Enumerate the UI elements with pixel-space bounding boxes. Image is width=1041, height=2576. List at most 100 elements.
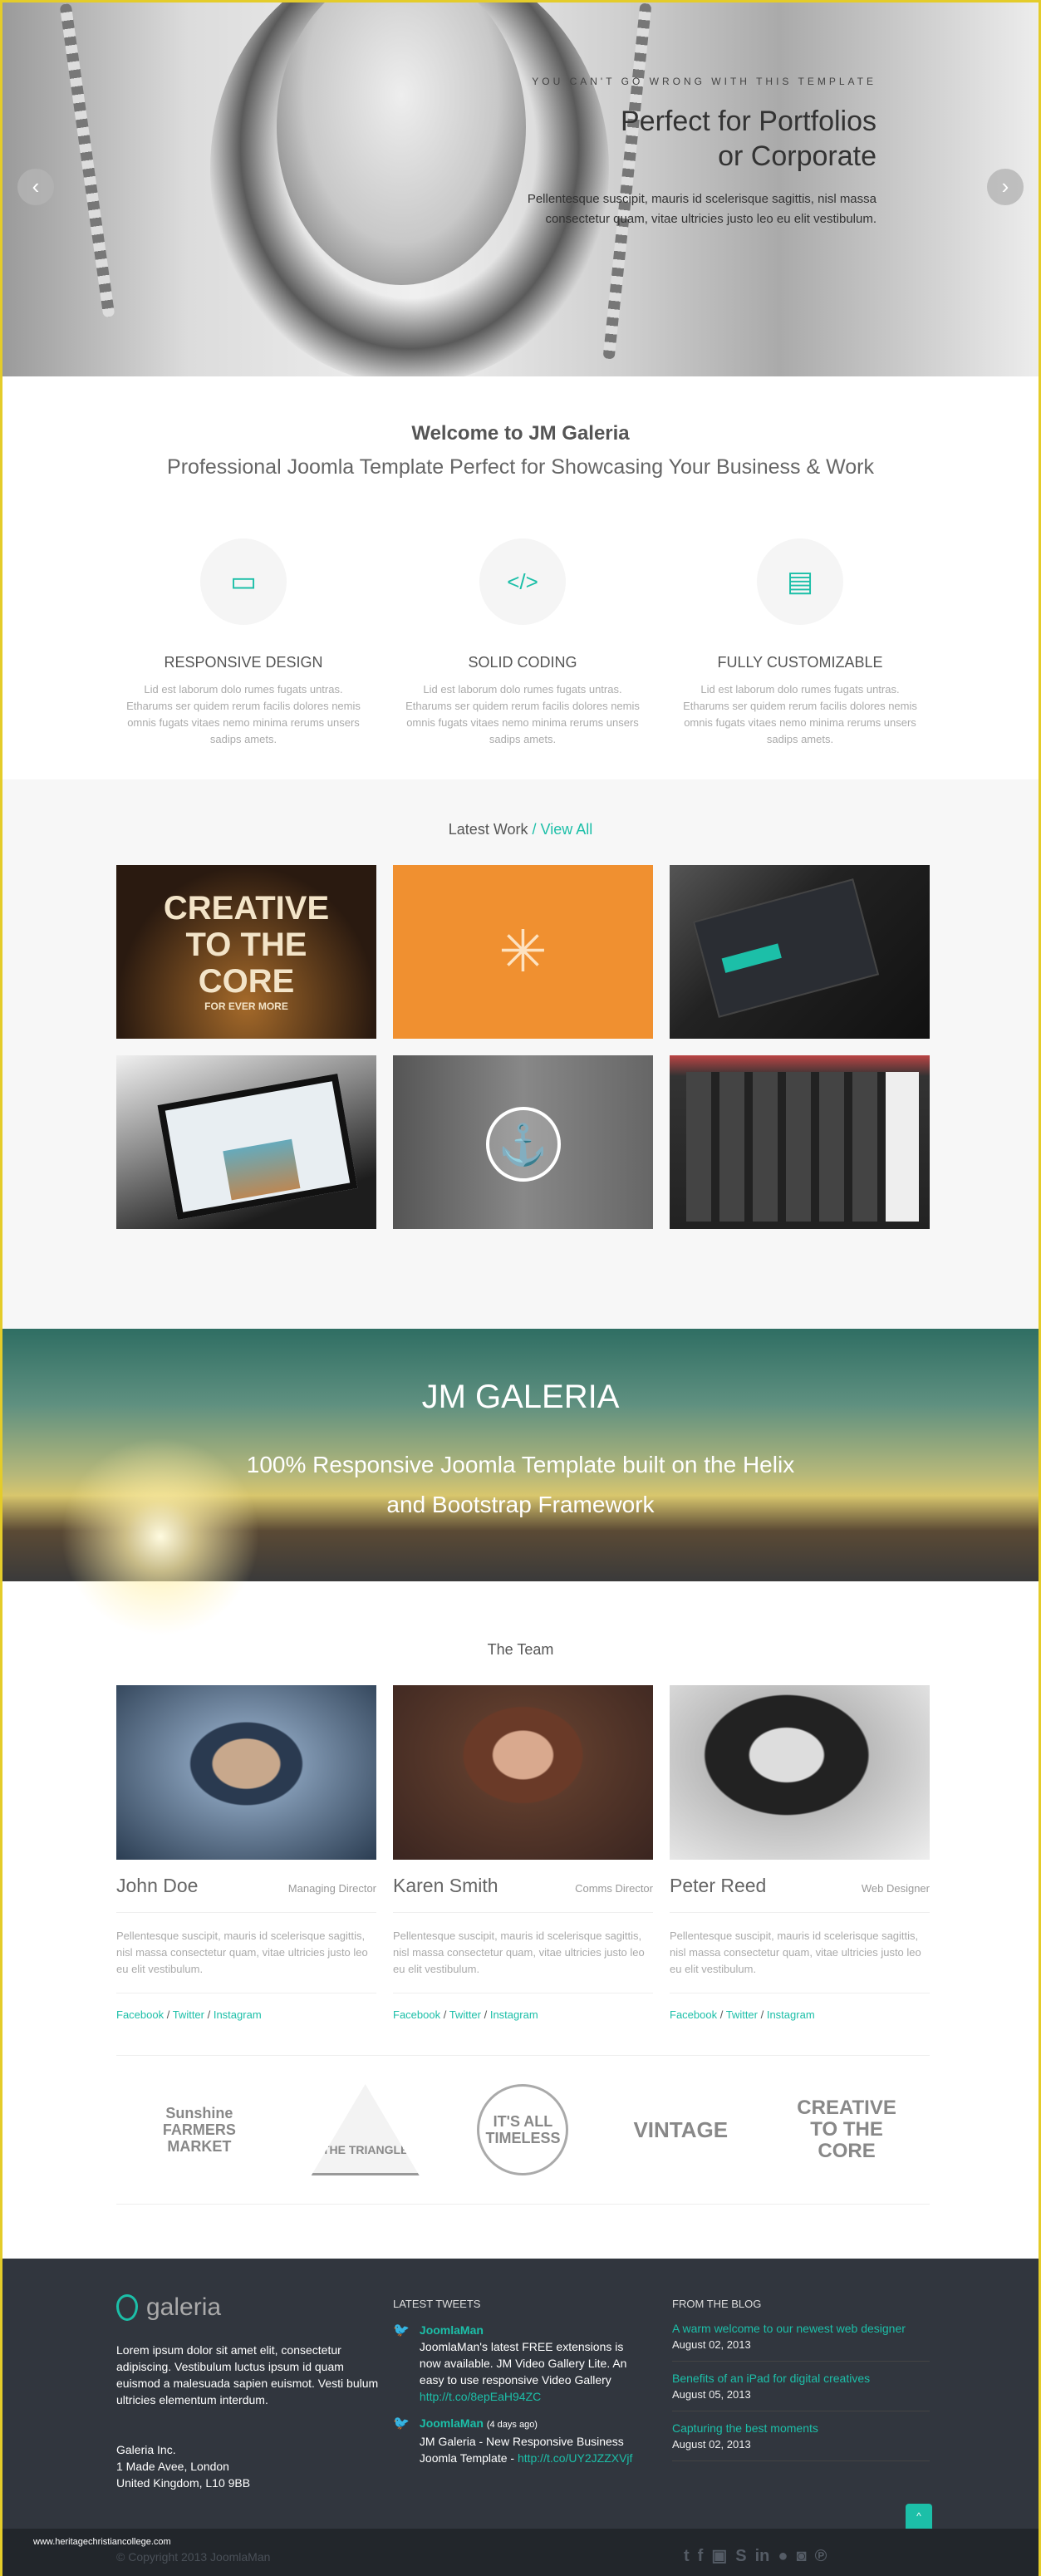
blog-post-link[interactable]: Capturing the best moments bbox=[672, 2421, 930, 2435]
twitter-icon: 🐦 bbox=[393, 2416, 410, 2431]
tweet-link[interactable]: http://t.co/8epEaH94ZC bbox=[420, 2390, 541, 2403]
feature-title: SOLID CODING bbox=[468, 654, 577, 671]
portfolio-item[interactable]: CREATIVE TO THE CORE FOR EVER MORE bbox=[116, 865, 376, 1039]
blog-post-link[interactable]: Benefits of an iPad for digital creative… bbox=[672, 2372, 930, 2385]
slider-prev-button[interactable]: ‹ bbox=[17, 169, 54, 205]
pinterest-icon[interactable]: ℗ bbox=[815, 2547, 827, 2565]
hero-title-line: or Corporate bbox=[718, 140, 877, 172]
latest-tweets: LATEST TWEETS 🐦 JoomlaMan JoomlaMan's late… bbox=[393, 2298, 642, 2476]
hero-slider: YOU CAN'T GO WRONG WITH THIS TEMPLATE Pe… bbox=[2, 2, 1039, 376]
linkedin-icon[interactable]: in bbox=[755, 2547, 770, 2565]
facebook-link[interactable]: Facebook bbox=[116, 2008, 164, 2021]
member-social: Facebook / Twitter / Instagram bbox=[116, 2008, 262, 2021]
banner-title: JM GALERIA bbox=[421, 1379, 620, 1415]
member-role: Web Designer bbox=[861, 1882, 930, 1895]
member-bio: Pellentesque suscipit, mauris id sceleri… bbox=[670, 1913, 930, 1993]
feature-coding: </> SOLID CODING Lid est laborum dolo ru… bbox=[398, 538, 647, 748]
address-line: United Kingdom, L10 9BB bbox=[116, 2476, 251, 2490]
skype-icon[interactable]: S bbox=[735, 2547, 746, 2565]
blog-date: August 05, 2013 bbox=[672, 2388, 751, 2401]
feature-text: Lid est laborum dolo rumes fugats untras… bbox=[683, 683, 917, 745]
twitter-link[interactable]: Twitter bbox=[173, 2008, 204, 2021]
back-to-top-button[interactable]: ^ bbox=[906, 2504, 932, 2529]
portfolio-item[interactable] bbox=[670, 865, 930, 1039]
address-line: Galeria Inc. bbox=[116, 2443, 176, 2456]
twitter-icon: 🐦 bbox=[393, 2323, 410, 2338]
blog-date: August 02, 2013 bbox=[672, 2338, 751, 2351]
instagram-link[interactable]: Instagram bbox=[767, 2008, 815, 2021]
team-member: John Doe Managing Director Pellentesque s… bbox=[116, 1685, 376, 2021]
latest-work-section: Latest Work / View All CREATIVE TO THE C… bbox=[2, 779, 1039, 1328]
portfolio-item[interactable]: ⚓ bbox=[393, 1055, 653, 1229]
facebook-link[interactable]: Facebook bbox=[670, 2008, 717, 2021]
member-role: Managing Director bbox=[287, 1882, 376, 1895]
facebook-link[interactable]: Facebook bbox=[393, 2008, 440, 2021]
hero-description: Pellentesque suscipit, mauris id sceleri… bbox=[527, 192, 877, 226]
tile-sub: FOR EVER MORE bbox=[204, 1000, 288, 1012]
slider-next-button[interactable]: › bbox=[987, 169, 1024, 205]
team-title: The Team bbox=[487, 1641, 554, 1658]
footer-about: Lorem ipsum dolor sit amet elit, consect… bbox=[116, 2343, 379, 2406]
blog-post-link[interactable]: A warm welcome to our newest web designe… bbox=[672, 2322, 930, 2335]
anchor-icon: ⚓ bbox=[485, 1107, 561, 1182]
blog-item: Capturing the best moments August 02, 201… bbox=[672, 2421, 930, 2461]
member-name: John Doe bbox=[116, 1875, 199, 1896]
footer-logo: galeria bbox=[116, 2293, 221, 2322]
feature-title: FULLY CUSTOMIZABLE bbox=[717, 654, 883, 671]
member-bio: Pellentesque suscipit, mauris id sceleri… bbox=[393, 1913, 653, 1993]
portfolio-item[interactable] bbox=[116, 1055, 376, 1229]
portfolio-item[interactable]: ✳ bbox=[393, 865, 653, 1039]
feature-text: Lid est laborum dolo rumes fugats untras… bbox=[126, 683, 361, 745]
banner-line: 100% Responsive Joomla Template built on… bbox=[246, 1452, 795, 1477]
member-photo bbox=[393, 1685, 653, 1860]
twitter-link[interactable]: Twitter bbox=[449, 2008, 481, 2021]
portfolio-item[interactable] bbox=[670, 1055, 930, 1229]
twitter-icon[interactable]: t bbox=[684, 2547, 690, 2565]
instagram-link[interactable]: Instagram bbox=[214, 2008, 262, 2021]
facebook-icon[interactable]: f bbox=[698, 2547, 704, 2565]
feature-responsive: ▭ RESPONSIVE DESIGN Lid est laborum dolo… bbox=[119, 538, 368, 748]
monitor-icon: ▭ bbox=[200, 538, 287, 625]
document-icon: ▤ bbox=[757, 538, 843, 625]
feature-title: RESPONSIVE DESIGN bbox=[164, 654, 323, 671]
member-bio: Pellentesque suscipit, mauris id sceleri… bbox=[116, 1913, 376, 1993]
banner-line: and Bootstrap Framework bbox=[386, 1492, 655, 1517]
hero-title-line: Perfect for Portfolios bbox=[620, 106, 877, 137]
swing-chain bbox=[602, 2, 652, 360]
client-logos: Sunshine FARMERS MARKET THE TRIANGLE IT'… bbox=[116, 2055, 930, 2205]
tweet-link[interactable]: http://t.co/UY2JZZXVjf bbox=[518, 2451, 633, 2465]
member-name: Peter Reed bbox=[670, 1875, 767, 1896]
from-the-blog: FROM THE BLOG A warm welcome to our newe… bbox=[672, 2298, 930, 2471]
instagram-link[interactable]: Instagram bbox=[490, 2008, 538, 2021]
watermark: www.heritagechristiancollege.com bbox=[33, 2537, 171, 2547]
client-logo: VINTAGE bbox=[633, 2117, 729, 2142]
client-logo-text: THE TRIANGLE bbox=[322, 2142, 409, 2156]
tweets-heading: LATEST TWEETS bbox=[393, 2298, 481, 2310]
member-role: Comms Director bbox=[575, 1882, 653, 1895]
feature-customizable: ▤ FULLY CUSTOMIZABLE Lid est laborum dol… bbox=[675, 538, 925, 748]
feature-text: Lid est laborum dolo rumes fugats untras… bbox=[405, 683, 640, 745]
member-social: Facebook / Twitter / Instagram bbox=[393, 2008, 538, 2021]
tweet-user-link[interactable]: JoomlaMan bbox=[420, 2323, 484, 2337]
client-logo: CREATIVE TO THE CORE bbox=[797, 2097, 896, 2162]
tweet-user-link[interactable]: JoomlaMan bbox=[420, 2416, 484, 2430]
youtube-icon[interactable]: ▣ bbox=[711, 2547, 727, 2565]
flickr-icon[interactable]: ● bbox=[778, 2547, 788, 2565]
footer: galeria Lorem ipsum dolor sit amet elit,… bbox=[2, 2259, 1039, 2529]
twitter-link[interactable]: Twitter bbox=[726, 2008, 758, 2021]
client-logo: IT'S ALL TIMELESS bbox=[477, 2084, 569, 2175]
view-all-link[interactable]: / View All bbox=[533, 821, 593, 838]
team-member: Peter Reed Web Designer Pellentesque susc… bbox=[670, 1685, 930, 2021]
bottom-bar: www.heritagechristiancollege.com © Copyr… bbox=[2, 2529, 1039, 2576]
tweet: 🐦 JoomlaMan (4 days ago) JM Galeria - New … bbox=[393, 2415, 642, 2466]
section-title: Latest Work bbox=[448, 821, 528, 838]
member-social: Facebook / Twitter / Instagram bbox=[670, 2008, 815, 2021]
latest-work-title: Latest Work / View All bbox=[2, 821, 1039, 838]
code-icon: </> bbox=[479, 538, 566, 625]
instagram-icon[interactable]: ◙ bbox=[796, 2547, 806, 2565]
member-photo bbox=[670, 1685, 930, 1860]
promo-banner: JM GALERIA 100% Responsive Joomla Templa… bbox=[2, 1329, 1039, 1636]
tweet: 🐦 JoomlaMan JoomlaMan's latest FREE extens… bbox=[393, 2322, 642, 2405]
swing-chain bbox=[59, 2, 115, 318]
blog-item: Benefits of an iPad for digital creative… bbox=[672, 2372, 930, 2411]
